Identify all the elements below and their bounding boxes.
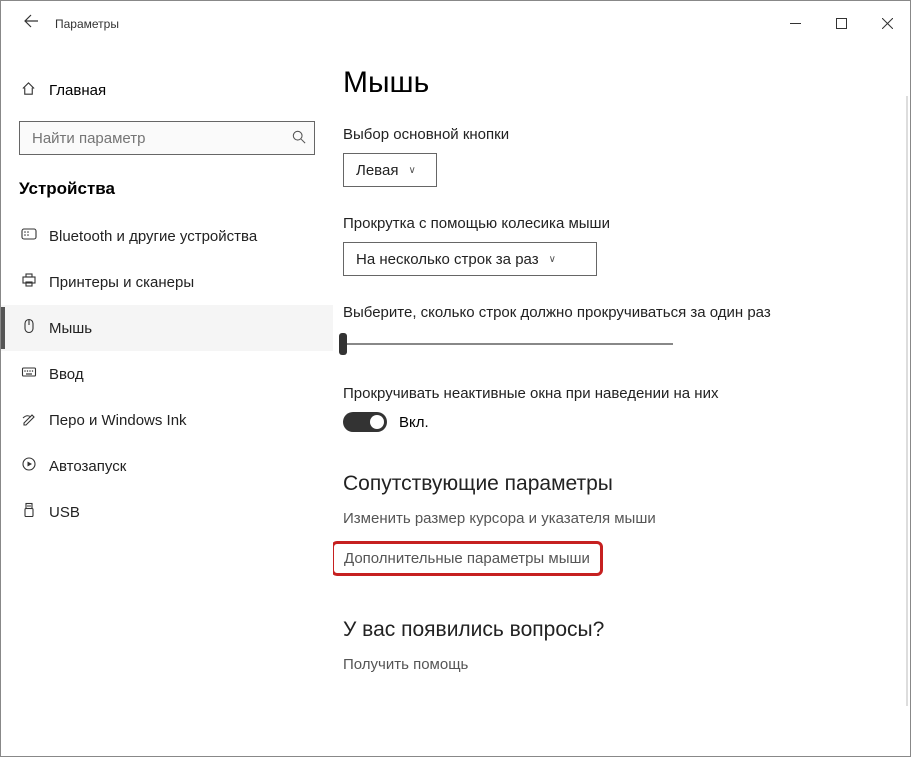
window-title: Параметры bbox=[51, 17, 119, 31]
slider-track bbox=[343, 343, 673, 345]
lines-label: Выберите, сколько строк должно прокручив… bbox=[343, 304, 874, 321]
scroll-wheel-label: Прокрутка с помощью колесика мыши bbox=[343, 215, 874, 232]
primary-button-combo[interactable]: Левая ∨ bbox=[343, 153, 437, 187]
sidebar-item-label: USB bbox=[49, 504, 80, 521]
minimize-icon bbox=[790, 18, 801, 29]
search-box[interactable] bbox=[19, 121, 315, 155]
sidebar: Главная Устройства Bluetooth и другие ус… bbox=[1, 46, 333, 756]
inactive-scroll-toggle[interactable] bbox=[343, 412, 387, 432]
search-input[interactable] bbox=[30, 129, 292, 148]
sidebar-item-label: Мышь bbox=[49, 320, 92, 337]
related-heading: Сопутствующие параметры bbox=[343, 472, 874, 496]
inactive-scroll-label: Прокручивать неактивные окна при наведен… bbox=[343, 385, 874, 402]
keyboard-icon bbox=[19, 364, 39, 385]
chevron-down-icon: ∨ bbox=[408, 165, 415, 176]
sidebar-item-label: Перо и Windows Ink bbox=[49, 412, 187, 429]
window-controls bbox=[772, 1, 910, 46]
printer-icon bbox=[19, 272, 39, 293]
scroll-wheel-value: На несколько строк за раз bbox=[356, 251, 539, 268]
sidebar-item-label: Bluetooth и другие устройства bbox=[49, 228, 257, 245]
home-link[interactable]: Главная bbox=[1, 71, 333, 109]
sidebar-item-mouse[interactable]: Мышь bbox=[1, 305, 333, 351]
toggle-state-label: Вкл. bbox=[399, 414, 429, 431]
mouse-icon bbox=[19, 318, 39, 339]
maximize-icon bbox=[836, 18, 847, 29]
scrollbar[interactable] bbox=[906, 96, 908, 706]
back-button[interactable] bbox=[11, 13, 51, 34]
sidebar-item-keyboard[interactable]: Ввод bbox=[1, 351, 333, 397]
cursor-size-link[interactable]: Изменить размер курсора и указателя мыши bbox=[343, 510, 656, 527]
search-icon bbox=[292, 130, 306, 147]
close-button[interactable] bbox=[864, 1, 910, 46]
autoplay-icon bbox=[19, 456, 39, 477]
back-arrow-icon bbox=[23, 13, 39, 29]
home-icon bbox=[21, 81, 36, 100]
slider-thumb[interactable] bbox=[339, 333, 347, 355]
pen-icon bbox=[19, 410, 39, 431]
home-label: Главная bbox=[49, 82, 106, 99]
minimize-button[interactable] bbox=[772, 1, 818, 46]
get-help-link[interactable]: Получить помощь bbox=[343, 656, 468, 673]
help-heading: У вас появились вопросы? bbox=[343, 618, 874, 642]
settings-window: Параметры Главная bbox=[0, 0, 911, 757]
sidebar-item-pen[interactable]: Перо и Windows Ink bbox=[1, 397, 333, 443]
sidebar-item-bluetooth[interactable]: Bluetooth и другие устройства bbox=[1, 213, 333, 259]
sidebar-item-label: Ввод bbox=[49, 366, 84, 383]
page-title: Мышь bbox=[343, 66, 874, 100]
additional-mouse-settings-link[interactable]: Дополнительные параметры мыши bbox=[333, 541, 603, 576]
titlebar: Параметры bbox=[1, 1, 910, 46]
primary-button-value: Левая bbox=[356, 162, 398, 179]
bluetooth-icon bbox=[19, 226, 39, 247]
sidebar-item-usb[interactable]: USB bbox=[1, 489, 333, 535]
nav-list: Bluetooth и другие устройства Принтеры и … bbox=[1, 213, 333, 535]
scroll-wheel-combo[interactable]: На несколько строк за раз ∨ bbox=[343, 242, 597, 276]
sidebar-item-label: Принтеры и сканеры bbox=[49, 274, 194, 291]
category-heading: Устройства bbox=[1, 173, 333, 213]
sidebar-item-label: Автозапуск bbox=[49, 458, 126, 475]
sidebar-item-autoplay[interactable]: Автозапуск bbox=[1, 443, 333, 489]
content-pane: Мышь Выбор основной кнопки Левая ∨ Прокр… bbox=[333, 46, 910, 756]
lines-slider[interactable] bbox=[343, 331, 673, 357]
sidebar-item-printer[interactable]: Принтеры и сканеры bbox=[1, 259, 333, 305]
chevron-down-icon: ∨ bbox=[549, 254, 556, 265]
maximize-button[interactable] bbox=[818, 1, 864, 46]
primary-button-label: Выбор основной кнопки bbox=[343, 126, 874, 143]
usb-icon bbox=[19, 502, 39, 523]
close-icon bbox=[882, 18, 893, 29]
